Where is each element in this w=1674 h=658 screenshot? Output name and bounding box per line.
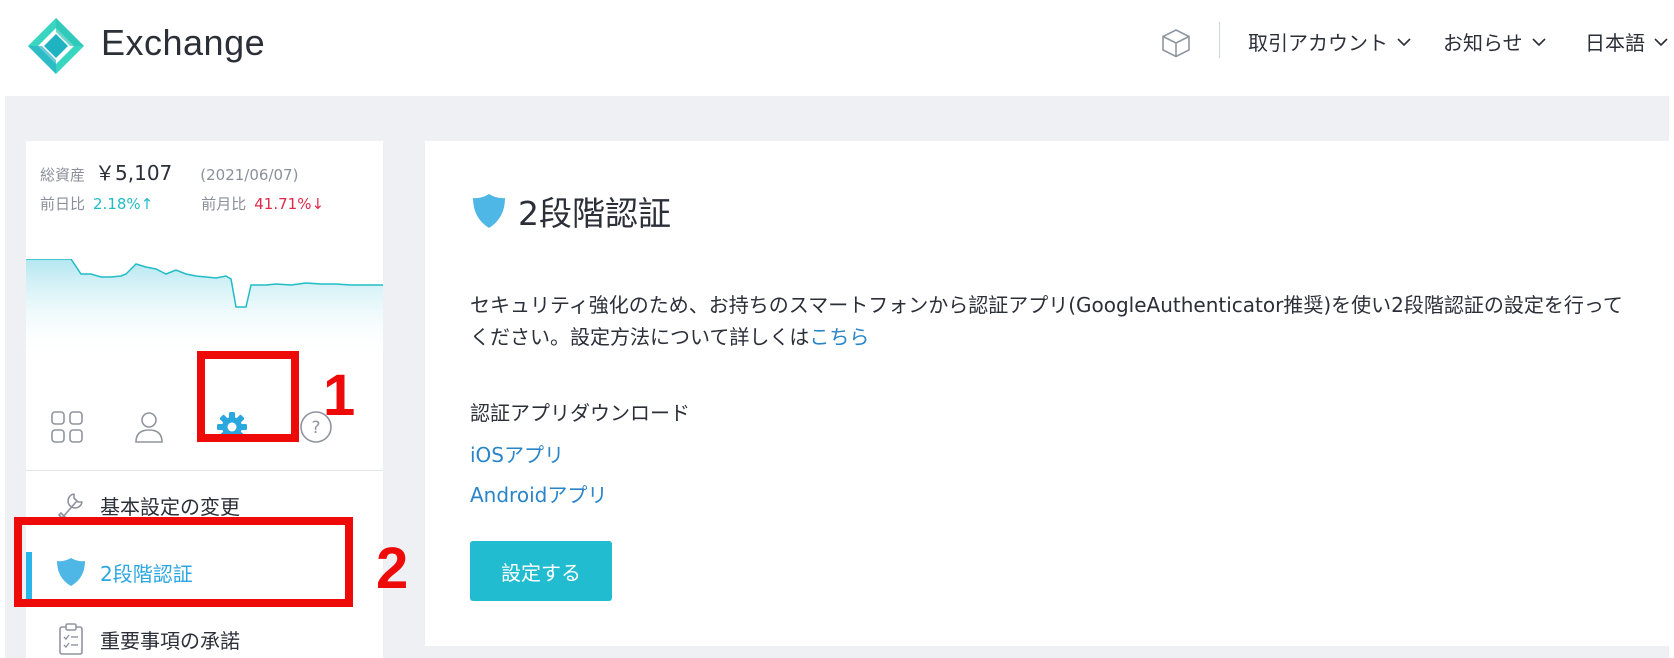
annotation-number-2: 2: [376, 536, 409, 601]
description-text: セキュリティ強化のため、お持ちのスマートフォンから認証アプリ(GoogleAut…: [470, 293, 1623, 349]
annotation-box-2: [14, 517, 353, 607]
details-link[interactable]: こちら: [809, 325, 869, 349]
shield-icon: [473, 194, 505, 228]
ios-app-link[interactable]: iOSアプリ: [470, 439, 564, 468]
page-title: 2段階認証: [470, 187, 671, 235]
nav-language-label: 日本語: [1585, 31, 1645, 55]
svg-text:?: ?: [311, 418, 320, 438]
prev-month-percent: 41.71%: [254, 195, 312, 213]
chevron-down-icon: [1654, 37, 1668, 46]
annotation-number-1: 1: [323, 363, 356, 428]
user-icon[interactable]: [131, 409, 167, 445]
cube-icon[interactable]: [1160, 27, 1192, 59]
prev-day-percent: 2.18%: [93, 195, 141, 213]
nav-news-label: お知らせ: [1443, 31, 1523, 55]
nav-trading-account-label: 取引アカウント: [1248, 31, 1388, 55]
description: セキュリティ強化のため、お持ちのスマートフォンから認証アプリ(GoogleAut…: [470, 289, 1640, 353]
download-title: 認証アプリダウンロード: [470, 401, 690, 425]
annotation-box-1: [197, 351, 299, 442]
sidebar-item-terms[interactable]: 重要事項の承諾: [26, 609, 383, 658]
prev-month-value: 41.71%↓: [254, 195, 324, 213]
chevron-down-icon: [1532, 37, 1546, 46]
exchange-logo-icon[interactable]: [26, 16, 86, 76]
main-content: 2段階認証 セキュリティ強化のため、お持ちのスマートフォンから認証アプリ(Goo…: [425, 141, 1674, 646]
total-assets-label: 総資産: [40, 166, 86, 184]
clipboard-icon: [59, 623, 83, 655]
header: Exchange 取引アカウント お知らせ 日本語: [0, 0, 1674, 96]
nav-trading-account[interactable]: 取引アカウント: [1248, 27, 1412, 56]
total-assets-value: ￥5,107: [95, 161, 173, 185]
chevron-down-icon: [1397, 37, 1411, 46]
change-row: 前日比 2.18%↑ 前月比 41.71%↓: [40, 193, 324, 214]
assets-date: (2021/06/07): [200, 166, 299, 184]
prev-month-label: 前月比: [201, 195, 247, 213]
page-title-text: 2段階認証: [518, 194, 671, 233]
brand-name[interactable]: Exchange: [101, 22, 265, 64]
arrow-down-icon: ↓: [311, 195, 325, 213]
prev-day-value: 2.18%↑: [93, 195, 153, 213]
nav-language[interactable]: 日本語: [1585, 27, 1669, 56]
android-app-link[interactable]: Androidアプリ: [470, 479, 607, 508]
setup-button[interactable]: 設定する: [470, 541, 612, 601]
arrow-up-icon: ↑: [140, 195, 154, 213]
prev-day-label: 前日比: [40, 195, 86, 213]
sidebar-item-label: 基本設定の変更: [100, 494, 240, 519]
sparkline-area: [26, 259, 383, 359]
grid-icon[interactable]: [49, 409, 85, 445]
nav-news[interactable]: お知らせ: [1443, 27, 1547, 56]
total-assets-row: 総資産 ￥5,107 (2021/06/07): [40, 157, 298, 186]
header-divider: [1219, 22, 1220, 58]
sidebar-item-label: 重要事項の承諾: [100, 628, 240, 653]
